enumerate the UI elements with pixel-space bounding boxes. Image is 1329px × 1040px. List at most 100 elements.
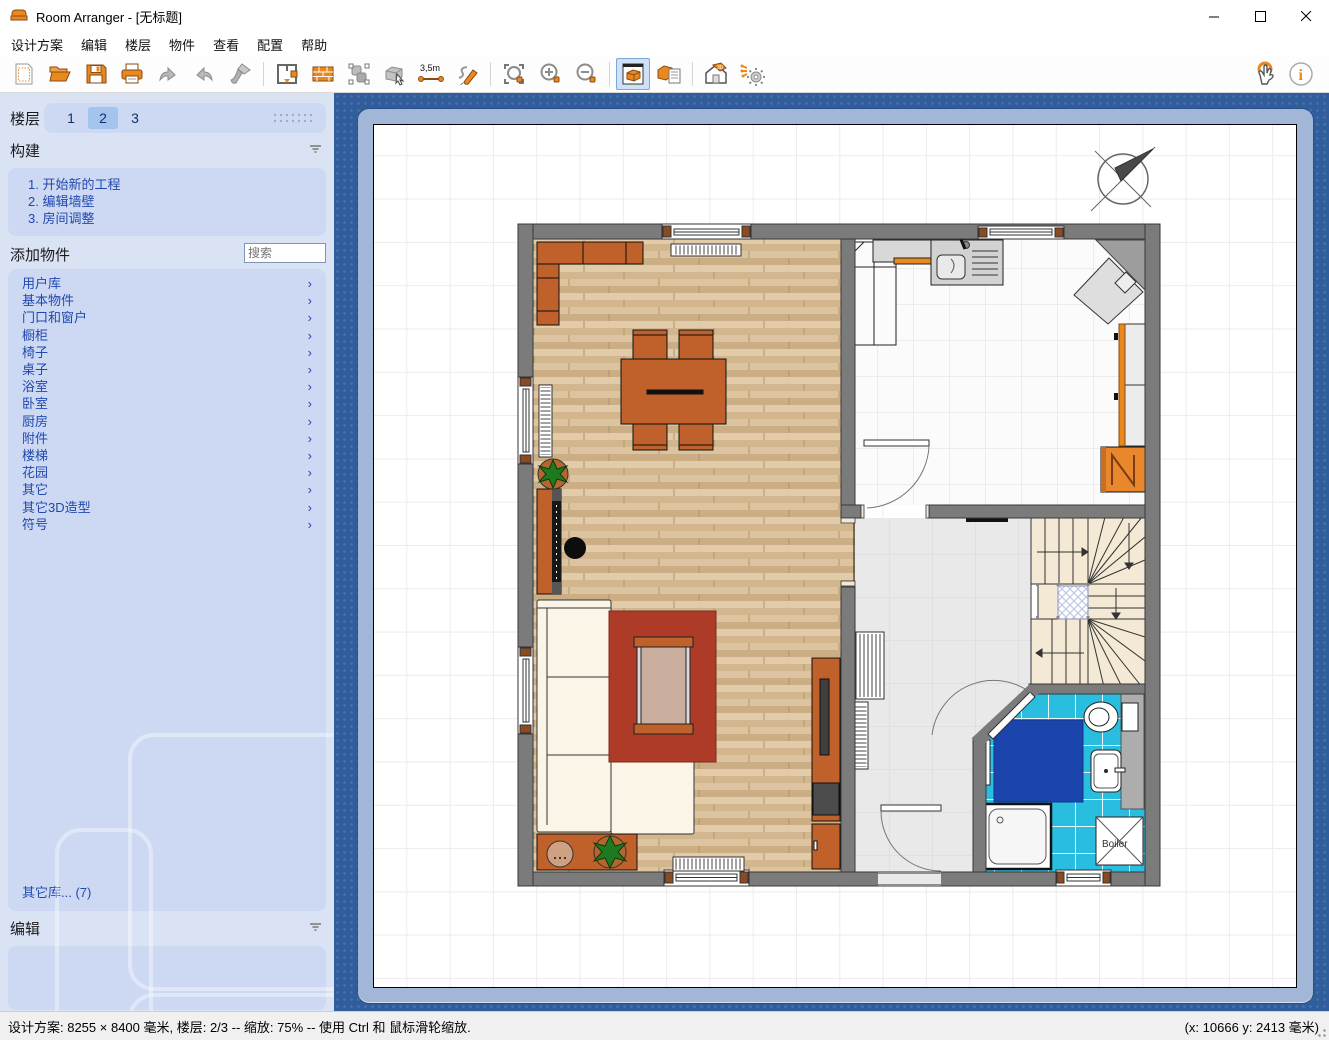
- zoom-in-button[interactable]: [533, 58, 567, 90]
- window-bottom-living[interactable]: [664, 870, 749, 886]
- dining-chair[interactable]: [679, 330, 713, 359]
- radiator-top[interactable]: [671, 244, 741, 256]
- view-3d-button[interactable]: [616, 58, 650, 90]
- format-brush-button[interactable]: [223, 58, 257, 90]
- floor-button-3[interactable]: 3: [120, 107, 150, 129]
- category-kitchen[interactable]: 厨房: [8, 413, 326, 430]
- category-other[interactable]: 其它: [8, 481, 326, 498]
- category-tables[interactable]: 桌子: [8, 361, 326, 378]
- window-left-upper[interactable]: [518, 377, 533, 464]
- kitchen-counter[interactable]: [873, 240, 931, 264]
- category-basic-objects[interactable]: 基本物件: [8, 292, 326, 309]
- hall-radiator-small[interactable]: [854, 702, 868, 769]
- minimize-button[interactable]: [1191, 0, 1237, 32]
- print-button[interactable]: [115, 58, 149, 90]
- table-lamp[interactable]: [547, 841, 573, 867]
- bookshelf[interactable]: [537, 489, 561, 594]
- interior-wall[interactable]: [841, 239, 855, 518]
- panel-grip[interactable]: [272, 112, 312, 124]
- window-left-lower[interactable]: [518, 647, 533, 734]
- category-garden[interactable]: 花园: [8, 464, 326, 481]
- drawing-canvas[interactable]: Boiler: [334, 93, 1329, 1011]
- select-objects-button[interactable]: [342, 58, 376, 90]
- category-symbols[interactable]: 符号: [8, 516, 326, 533]
- redo-button[interactable]: [187, 58, 221, 90]
- category-stairs[interactable]: 楼梯: [8, 447, 326, 464]
- tv-cabinet[interactable]: [812, 658, 840, 869]
- insert-object-button[interactable]: [378, 58, 412, 90]
- hall-radiator[interactable]: [856, 632, 884, 699]
- plan-page[interactable]: Boiler: [373, 124, 1297, 988]
- dining-chair[interactable]: [633, 330, 667, 359]
- potted-plant[interactable]: [538, 459, 568, 489]
- menu-config[interactable]: 配置: [248, 32, 292, 57]
- compass-icon[interactable]: [1091, 147, 1155, 211]
- kitchen-wall[interactable]: [929, 505, 1145, 518]
- menu-edit[interactable]: 编辑: [72, 32, 116, 57]
- new-project-button[interactable]: [7, 58, 41, 90]
- radiator-left[interactable]: [539, 385, 552, 457]
- maximize-button[interactable]: [1237, 0, 1283, 32]
- build-step-new-project[interactable]: 1. 开始新的工程: [28, 176, 326, 193]
- side-table[interactable]: [564, 537, 586, 559]
- toilet[interactable]: [1084, 702, 1138, 732]
- build-step-edit-walls[interactable]: 2. 编辑墙壁: [28, 193, 326, 210]
- dining-chair[interactable]: [633, 424, 667, 450]
- fridge[interactable]: [1101, 447, 1145, 492]
- zoom-to-fit-button[interactable]: [497, 58, 531, 90]
- staircase[interactable]: [1031, 517, 1145, 687]
- save-button[interactable]: [79, 58, 113, 90]
- floor-plan-svg[interactable]: Boiler: [374, 125, 1296, 987]
- measure-button[interactable]: 3,5m: [414, 58, 448, 90]
- shower-tray[interactable]: [984, 804, 1051, 869]
- category-bathroom[interactable]: 浴室: [8, 378, 326, 395]
- render-settings-button[interactable]: [735, 58, 769, 90]
- bathroom-wall[interactable]: [1029, 684, 1145, 694]
- category-accessories[interactable]: 附件: [8, 430, 326, 447]
- bathroom-sink[interactable]: [1091, 750, 1125, 792]
- open-project-button[interactable]: [43, 58, 77, 90]
- floor-button-2[interactable]: 2: [88, 107, 118, 129]
- sideboard[interactable]: [537, 834, 637, 870]
- object-list-button[interactable]: [652, 58, 686, 90]
- category-cabinets[interactable]: 橱柜: [8, 327, 326, 344]
- collapse-filter-icon[interactable]: [309, 145, 322, 156]
- other-libraries-link[interactable]: 其它库... (7): [8, 882, 326, 911]
- radiator-bottom[interactable]: [673, 857, 744, 871]
- coffee-table[interactable]: [634, 637, 693, 734]
- walkthrough-3d-button[interactable]: 3D: [699, 58, 733, 90]
- undo-button[interactable]: [151, 58, 185, 90]
- edit-rooms-button[interactable]: [270, 58, 304, 90]
- kitchen-sink[interactable]: [931, 237, 1003, 285]
- window-top-living[interactable]: [662, 224, 751, 239]
- window-bottom-bathroom[interactable]: [1056, 870, 1111, 886]
- kitchen-wall-cabinets[interactable]: [1114, 324, 1145, 446]
- close-button[interactable]: [1283, 0, 1329, 32]
- window-top-kitchen[interactable]: [978, 226, 1064, 239]
- kitchen-wall[interactable]: [841, 505, 861, 518]
- menu-help[interactable]: 帮助: [292, 32, 336, 57]
- category-other-3d[interactable]: 其它3D造型: [8, 499, 326, 516]
- pan-hand-button[interactable]: [1248, 58, 1282, 90]
- category-doors-windows[interactable]: 门口和窗户: [8, 309, 326, 326]
- boiler[interactable]: Boiler: [1096, 817, 1143, 865]
- floor-button-1[interactable]: 1: [56, 107, 86, 129]
- build-step-adjust-rooms[interactable]: 3. 房间调整: [28, 210, 326, 227]
- menu-view[interactable]: 查看: [204, 32, 248, 57]
- menu-floor[interactable]: 楼层: [116, 32, 160, 57]
- about-info-button[interactable]: i: [1284, 58, 1318, 90]
- bathroom-wall[interactable]: [973, 739, 986, 872]
- menu-object[interactable]: 物件: [160, 32, 204, 57]
- category-user-library[interactable]: 用户库: [8, 275, 326, 292]
- bath-mat[interactable]: [994, 720, 1083, 802]
- menu-design[interactable]: 设计方案: [2, 32, 72, 57]
- draw-walls-button[interactable]: [450, 58, 484, 90]
- category-chairs[interactable]: 椅子: [8, 344, 326, 361]
- wall-tool-button[interactable]: [306, 58, 340, 90]
- dining-chair[interactable]: [679, 424, 713, 450]
- category-bedroom[interactable]: 卧室: [8, 395, 326, 412]
- zoom-out-button[interactable]: [569, 58, 603, 90]
- collapse-filter-icon[interactable]: [309, 923, 322, 934]
- interior-wall[interactable]: [841, 587, 855, 872]
- search-input[interactable]: [244, 243, 326, 263]
